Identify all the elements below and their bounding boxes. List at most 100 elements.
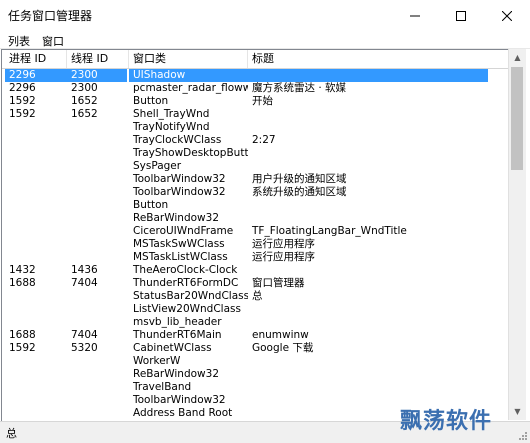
cell-title bbox=[248, 303, 488, 316]
cell-tid bbox=[67, 394, 127, 407]
table-row[interactable]: WorkerW bbox=[2, 355, 509, 368]
cell-tid bbox=[67, 147, 127, 160]
cell-pid bbox=[5, 238, 67, 251]
cell-class: CabinetWClass bbox=[133, 342, 212, 354]
cell-class: TravelBand bbox=[133, 381, 192, 393]
table-row[interactable]: TrayNotifyWnd bbox=[2, 121, 509, 134]
cell-pid: 1688 bbox=[9, 277, 36, 289]
table-row[interactable]: Button bbox=[2, 199, 509, 212]
cell-tid: 2300 bbox=[67, 69, 127, 82]
minimize-icon bbox=[410, 15, 420, 16]
cell-tid bbox=[67, 316, 127, 329]
maximize-button[interactable] bbox=[438, 0, 484, 31]
column-header-class[interactable]: 窗口类 bbox=[129, 50, 248, 68]
table-row[interactable]: 1592 1652 Button 开始 bbox=[2, 95, 509, 108]
cell-title: TF_FloatingLangBar_WndTitle bbox=[252, 225, 407, 237]
menu-item-list[interactable]: 列表 bbox=[8, 33, 30, 49]
table-row[interactable]: TrayClockWClass 2:27 bbox=[2, 134, 509, 147]
cell-title: 2:27 bbox=[252, 134, 276, 146]
table-row[interactable]: SysPager bbox=[2, 160, 509, 173]
cell-tid: 1652 bbox=[71, 108, 98, 120]
cell-tid bbox=[67, 173, 127, 186]
cell-tid bbox=[67, 121, 127, 134]
cell-pid: 1592 bbox=[9, 108, 36, 120]
cell-pid bbox=[5, 368, 67, 381]
cell-tid bbox=[67, 303, 127, 316]
menu-item-window[interactable]: 窗口 bbox=[42, 33, 64, 49]
table-row[interactable]: 1688 7404 ThunderRT6FormDC 窗口管理器 bbox=[2, 277, 509, 290]
cell-title bbox=[248, 108, 488, 121]
cell-title: 运行应用程序 bbox=[252, 238, 315, 250]
cell-class: ThunderRT6FormDC bbox=[133, 277, 239, 289]
close-icon bbox=[502, 10, 512, 21]
cell-pid bbox=[5, 316, 67, 329]
cell-class: ToolbarWindow32 bbox=[133, 173, 226, 185]
table-row[interactable]: ReBarWindow32 bbox=[2, 368, 509, 381]
cell-pid bbox=[5, 121, 67, 134]
cell-pid bbox=[5, 381, 67, 394]
menu-bar: 列表 窗口 bbox=[0, 31, 530, 49]
cell-class: ToolbarWindow32 bbox=[133, 186, 226, 198]
title-bar: 任务窗口管理器 bbox=[0, 0, 530, 31]
cell-tid bbox=[67, 160, 127, 173]
cell-tid bbox=[67, 381, 127, 394]
cell-pid bbox=[5, 160, 67, 173]
table-row[interactable]: 2296 2300 pcmaster_radar_flowwi... 魔方系统雷达 ·… bbox=[2, 82, 509, 95]
cell-tid bbox=[67, 355, 127, 368]
cell-title bbox=[248, 355, 488, 368]
cell-class: MSTaskListWClass bbox=[133, 251, 228, 263]
cell-title: 系统升级的通知区域 bbox=[252, 186, 347, 198]
close-button[interactable] bbox=[484, 0, 530, 31]
cell-class: ListView20WndClass bbox=[133, 303, 241, 315]
cell-tid: 5320 bbox=[71, 342, 98, 354]
cell-title bbox=[248, 69, 488, 82]
cell-tid bbox=[67, 199, 127, 212]
cell-tid bbox=[67, 407, 127, 420]
vertical-scrollbar[interactable]: ▲ ▼ bbox=[508, 49, 526, 420]
cell-class: TheAeroClock-Clock bbox=[133, 264, 238, 276]
cell-class: ToolbarWindow32 bbox=[133, 394, 226, 406]
cell-title bbox=[248, 368, 488, 381]
window-list[interactable]: 进程 ID 线程 ID 窗口类 标题 2296 2300 UIShadow 2296 2… bbox=[1, 49, 509, 422]
cell-title bbox=[248, 381, 488, 394]
cell-tid bbox=[67, 368, 127, 381]
table-row[interactable]: MSTaskListWClass 运行应用程序 bbox=[2, 251, 509, 264]
column-header-pid[interactable]: 进程 ID bbox=[5, 50, 67, 68]
table-row[interactable]: 2296 2300 UIShadow bbox=[2, 69, 509, 82]
cell-pid: 1592 bbox=[9, 95, 36, 107]
table-row[interactable]: ReBarWindow32 bbox=[2, 212, 509, 225]
scroll-thumb[interactable] bbox=[511, 67, 523, 170]
table-row[interactable]: 1688 7404 ThunderRT6Main enumwinw bbox=[2, 329, 509, 342]
cell-tid bbox=[67, 238, 127, 251]
table-row[interactable]: 1592 1652 Shell_TrayWnd bbox=[2, 108, 509, 121]
table-row[interactable]: 1592 5320 CabinetWClass Google 下载 bbox=[2, 342, 509, 355]
cell-title: enumwinw bbox=[252, 329, 309, 341]
resize-grip-icon[interactable] bbox=[518, 431, 528, 441]
scroll-up-icon[interactable]: ▲ bbox=[509, 49, 526, 66]
cell-tid: 1436 bbox=[71, 264, 98, 276]
cell-class: ReBarWindow32 bbox=[133, 368, 219, 380]
table-row[interactable]: MSTaskSwWClass 运行应用程序 bbox=[2, 238, 509, 251]
table-row[interactable]: ListView20WndClass bbox=[2, 303, 509, 316]
column-header-title[interactable]: 标题 bbox=[248, 50, 509, 68]
table-row[interactable]: TrayShowDesktopButt... bbox=[2, 147, 509, 160]
cell-pid: 2296 bbox=[5, 69, 67, 82]
table-row[interactable]: msvb_lib_header bbox=[2, 316, 509, 329]
table-row[interactable]: ToolbarWindow32 用户升级的通知区域 bbox=[2, 173, 509, 186]
column-header-tid[interactable]: 线程 ID bbox=[67, 50, 129, 68]
cell-pid bbox=[5, 290, 67, 303]
table-row[interactable]: TravelBand bbox=[2, 381, 509, 394]
cell-pid bbox=[5, 225, 67, 238]
cell-title bbox=[248, 316, 488, 329]
minimize-button[interactable] bbox=[392, 0, 438, 31]
cell-title bbox=[248, 212, 488, 225]
table-row[interactable]: ToolbarWindow32 系统升级的通知区域 bbox=[2, 186, 509, 199]
cell-title: 运行应用程序 bbox=[252, 251, 315, 263]
table-row[interactable]: 1432 1436 TheAeroClock-Clock bbox=[2, 264, 509, 277]
cell-pid: 1688 bbox=[9, 329, 36, 341]
list-rows: 2296 2300 UIShadow 2296 2300 pcmaster_radar_f… bbox=[2, 69, 509, 421]
cell-class: Address Band Root bbox=[133, 407, 233, 419]
cell-pid: 2296 bbox=[9, 82, 36, 94]
table-row[interactable]: StatusBar20WndClass 总 bbox=[2, 290, 509, 303]
table-row[interactable]: CiceroUIWndFrame TF_FloatingLangBar_WndTi… bbox=[2, 225, 509, 238]
